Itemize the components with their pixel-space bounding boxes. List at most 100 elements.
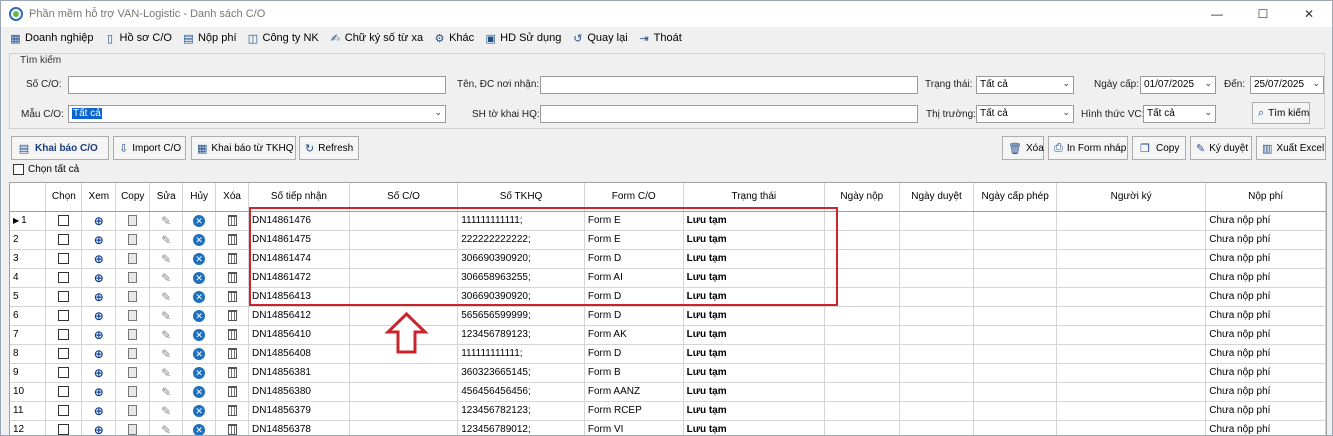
delete-cell[interactable] [215, 420, 250, 435]
view-icon[interactable]: ⊕ [94, 271, 104, 285]
row-checkbox[interactable] [58, 347, 70, 359]
view-cell[interactable]: ⊕ [81, 325, 117, 345]
copy-icon[interactable] [128, 233, 138, 245]
row-checkbox[interactable] [58, 328, 70, 340]
menu-item-5[interactable]: ⚙ Khác [433, 28, 475, 48]
delete-icon[interactable] [227, 347, 237, 359]
select-cell[interactable] [45, 268, 83, 288]
delete-icon[interactable] [227, 366, 237, 378]
copy-cell[interactable] [115, 420, 151, 435]
mau-co-select[interactable]: Tất cả ⌄ [68, 105, 446, 123]
ky-duyet-button[interactable]: ✎ Ký duyệt [1190, 136, 1252, 160]
view-icon[interactable]: ⊕ [94, 366, 104, 380]
column-header[interactable]: Xem [81, 183, 117, 212]
copy-cell[interactable] [115, 249, 151, 269]
row-checkbox[interactable] [58, 214, 70, 226]
menu-item-7[interactable]: ↺ Quay lại [571, 28, 627, 48]
search-button[interactable]: ⌕ Tìm kiếm [1252, 102, 1310, 124]
copy-icon[interactable] [128, 252, 138, 264]
edit-icon[interactable]: ✎ [161, 328, 171, 342]
copy-icon[interactable] [128, 328, 138, 340]
menu-item-1[interactable]: ▯ Hồ sơ C/O [104, 28, 172, 48]
view-icon[interactable]: ⊕ [94, 404, 104, 418]
copy-cell[interactable] [115, 344, 151, 364]
delete-cell[interactable] [215, 211, 250, 231]
select-cell[interactable] [45, 382, 83, 402]
select-all[interactable]: Chọn tất cả [13, 164, 79, 175]
cancel-cell[interactable]: ✕ [182, 344, 217, 364]
delete-cell[interactable] [215, 401, 250, 421]
select-cell[interactable] [45, 325, 83, 345]
select-cell[interactable] [45, 306, 83, 326]
edit-cell[interactable]: ✎ [149, 420, 184, 436]
select-cell[interactable] [45, 287, 83, 307]
column-header[interactable]: Xóa [215, 183, 250, 212]
row-checkbox[interactable] [58, 309, 70, 321]
cancel-cell[interactable]: ✕ [182, 268, 217, 288]
copy-cell[interactable] [115, 230, 151, 250]
edit-icon[interactable]: ✎ [161, 347, 171, 361]
cancel-cell[interactable]: ✕ [182, 306, 217, 326]
menu-item-0[interactable]: ▦ Doanh nghiệp [9, 28, 93, 48]
column-header[interactable]: Người ký [1056, 183, 1207, 212]
edit-icon[interactable]: ✎ [161, 214, 171, 228]
edit-cell[interactable]: ✎ [149, 211, 184, 231]
edit-icon[interactable]: ✎ [161, 271, 171, 285]
cancel-icon[interactable]: ✕ [193, 328, 206, 341]
row-checkbox[interactable] [58, 290, 70, 302]
import-co-button[interactable]: ⇩ Import C/O [113, 136, 186, 160]
column-header[interactable]: Copy [115, 183, 151, 212]
xoa-button[interactable]: 🗑 Xóa [1002, 136, 1044, 160]
copy-cell[interactable] [115, 268, 151, 288]
select-cell[interactable] [45, 401, 83, 421]
cancel-cell[interactable]: ✕ [182, 249, 217, 269]
table-row[interactable]: 8 ⊕ ✎ ✕ DN14856408 111111111111; Form D Lưu tạm… [10, 344, 1326, 364]
view-icon[interactable]: ⊕ [94, 385, 104, 399]
khai-bao-tkhq-button[interactable]: ▦ Khai báo từ TKHQ [191, 136, 296, 160]
view-icon[interactable]: ⊕ [94, 214, 104, 228]
copy-icon[interactable] [128, 214, 138, 226]
row-checkbox[interactable] [58, 404, 70, 416]
copy-cell[interactable] [115, 401, 151, 421]
copy-cell[interactable] [115, 211, 151, 231]
copy-cell[interactable] [115, 382, 151, 402]
column-header[interactable]: Chọn [45, 183, 83, 212]
edit-icon[interactable]: ✎ [161, 252, 171, 266]
view-cell[interactable]: ⊕ [81, 306, 117, 326]
delete-cell[interactable] [215, 382, 250, 402]
select-cell[interactable] [45, 249, 83, 269]
edit-icon[interactable]: ✎ [161, 423, 171, 436]
xuat-excel-button[interactable]: ▥ Xuất Excel [1256, 136, 1326, 160]
cancel-icon[interactable]: ✕ [193, 290, 206, 303]
copy-cell[interactable] [115, 325, 151, 345]
so-co-input[interactable] [68, 76, 446, 94]
column-header[interactable]: Nộp phí [1205, 183, 1326, 212]
view-cell[interactable]: ⊕ [81, 363, 117, 383]
trang-thai-select[interactable]: Tất cả ⌄ [976, 76, 1074, 94]
view-icon[interactable]: ⊕ [94, 290, 104, 304]
view-cell[interactable]: ⊕ [81, 211, 117, 231]
cancel-cell[interactable]: ✕ [182, 363, 217, 383]
edit-cell[interactable]: ✎ [149, 306, 184, 326]
view-cell[interactable]: ⊕ [81, 287, 117, 307]
view-cell[interactable]: ⊕ [81, 230, 117, 250]
column-header[interactable]: Ngày cấp phép [973, 183, 1057, 212]
view-icon[interactable]: ⊕ [94, 423, 104, 436]
maximize-button[interactable]: ☐ [1240, 1, 1286, 27]
menu-item-3[interactable]: ◫ Công ty NK [247, 28, 319, 48]
select-cell[interactable] [45, 211, 83, 231]
view-icon[interactable]: ⊕ [94, 328, 104, 342]
copy-icon[interactable] [128, 290, 138, 302]
cancel-cell[interactable]: ✕ [182, 382, 217, 402]
delete-cell[interactable] [215, 344, 250, 364]
refresh-button[interactable]: ↻ Refresh [299, 136, 359, 160]
cancel-cell[interactable]: ✕ [182, 325, 217, 345]
row-checkbox[interactable] [58, 423, 70, 435]
edit-cell[interactable]: ✎ [149, 249, 184, 269]
cancel-icon[interactable]: ✕ [193, 309, 206, 322]
cancel-cell[interactable]: ✕ [182, 420, 217, 435]
cancel-icon[interactable]: ✕ [193, 366, 206, 379]
view-cell[interactable]: ⊕ [81, 249, 117, 269]
view-cell[interactable]: ⊕ [81, 401, 117, 421]
delete-icon[interactable] [227, 309, 237, 321]
